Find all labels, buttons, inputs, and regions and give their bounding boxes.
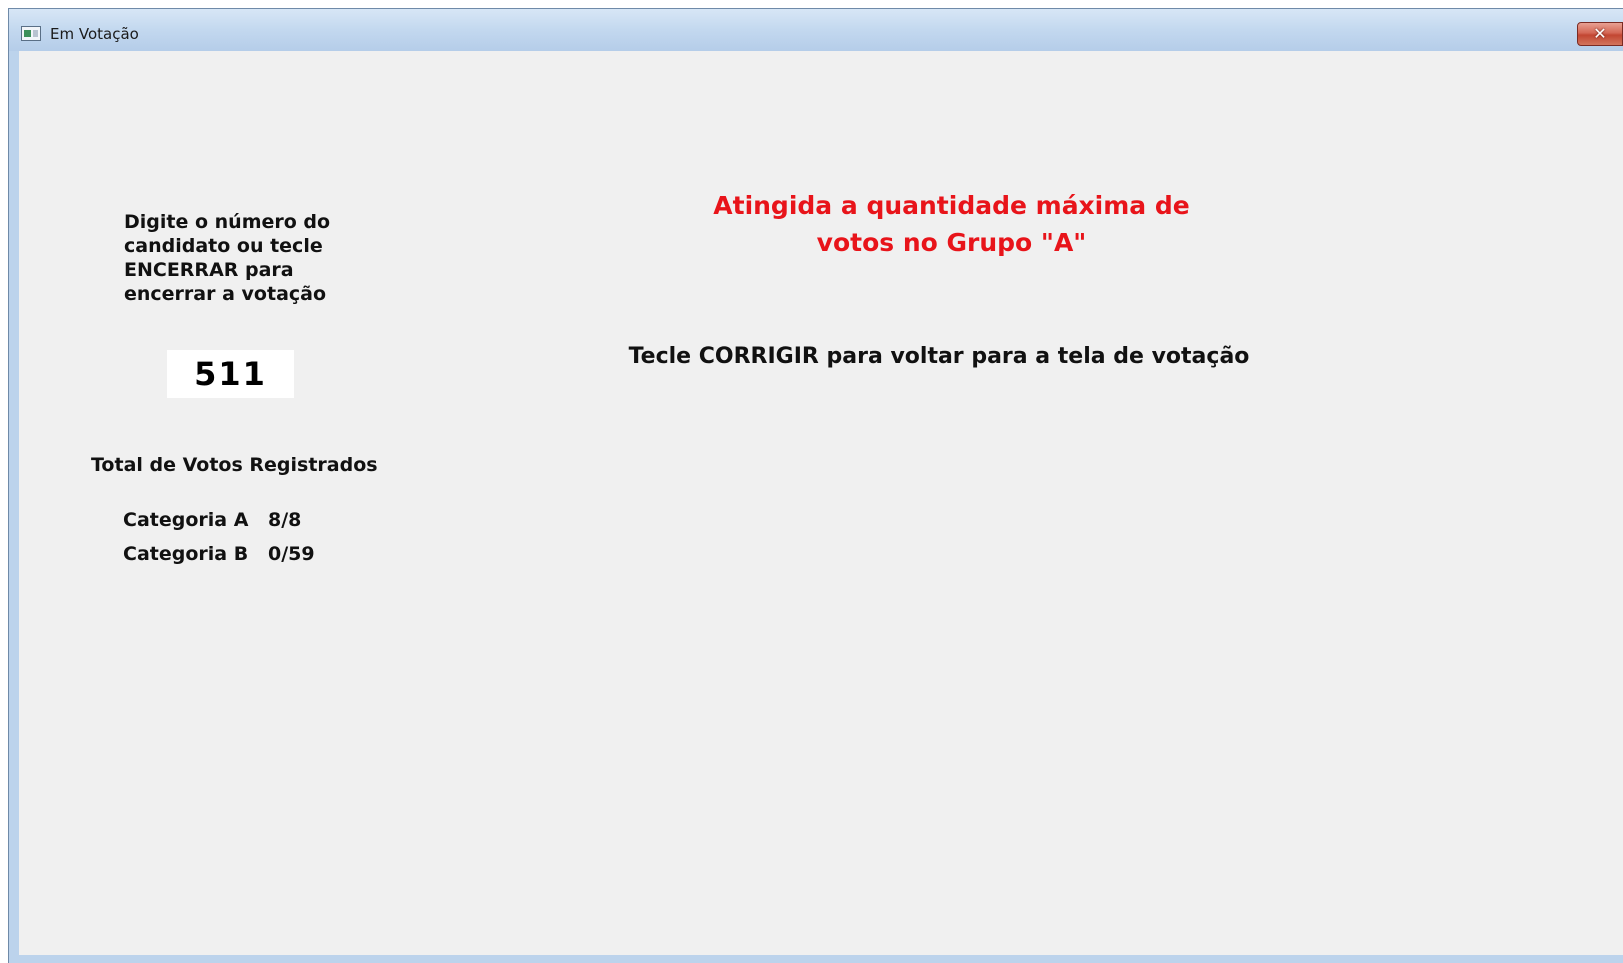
totals-heading: Total de Votos Registrados <box>91 454 378 476</box>
category-row-b: Categoria B 0/59 <box>123 543 315 565</box>
candidate-number-display: 511 <box>167 350 294 398</box>
instruction-text: Digite o número do candidato ou tecle EN… <box>124 211 331 305</box>
application-window-icon <box>21 26 41 41</box>
candidate-number-value: 511 <box>194 355 267 393</box>
category-count: 0/59 <box>268 543 315 565</box>
title-bar[interactable]: Em Votação ✕ <box>9 9 1623 51</box>
category-label: Categoria A <box>123 509 249 531</box>
category-label: Categoria B <box>123 543 249 565</box>
max-votes-alert: Atingida a quantidade máxima de votos no… <box>713 191 1190 257</box>
window-content: Digite o número do candidato ou tecle EN… <box>19 51 1623 955</box>
window-title: Em Votação <box>50 25 139 43</box>
close-button[interactable]: ✕ <box>1577 22 1623 46</box>
correct-hint-text: Tecle CORRIGIR para voltar para a tela d… <box>628 344 1250 369</box>
close-icon: ✕ <box>1593 24 1607 43</box>
category-row-a: Categoria A 8/8 <box>123 509 301 531</box>
category-count: 8/8 <box>268 509 302 531</box>
voting-window: Em Votação ✕ Digite o número do candidat… <box>8 8 1623 963</box>
